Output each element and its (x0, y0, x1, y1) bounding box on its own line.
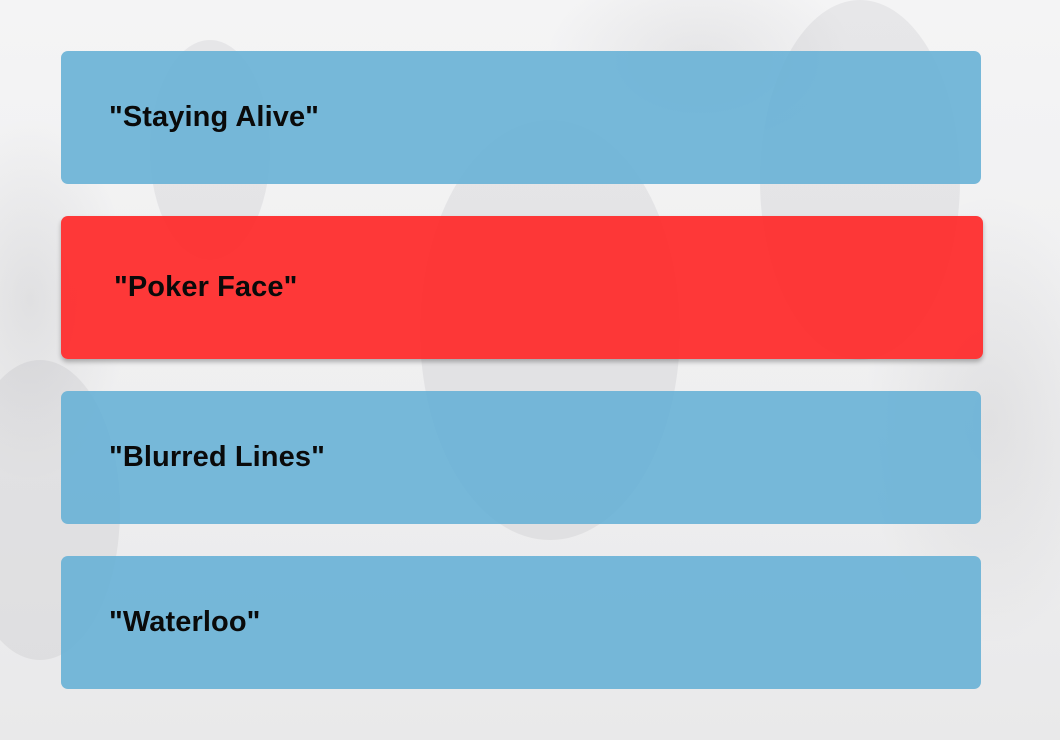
answer-label: "Staying Alive" (109, 101, 320, 133)
answer-label: "Waterloo" (109, 606, 261, 638)
answer-option-2-selected[interactable]: "Poker Face" (61, 216, 983, 359)
answer-option-3[interactable]: "Blurred Lines" (61, 391, 981, 524)
answer-option-4[interactable]: "Waterloo" (61, 556, 981, 689)
answer-label: "Poker Face" (114, 271, 298, 303)
answer-label: "Blurred Lines" (109, 441, 325, 473)
answer-option-1[interactable]: "Staying Alive" (61, 51, 981, 184)
